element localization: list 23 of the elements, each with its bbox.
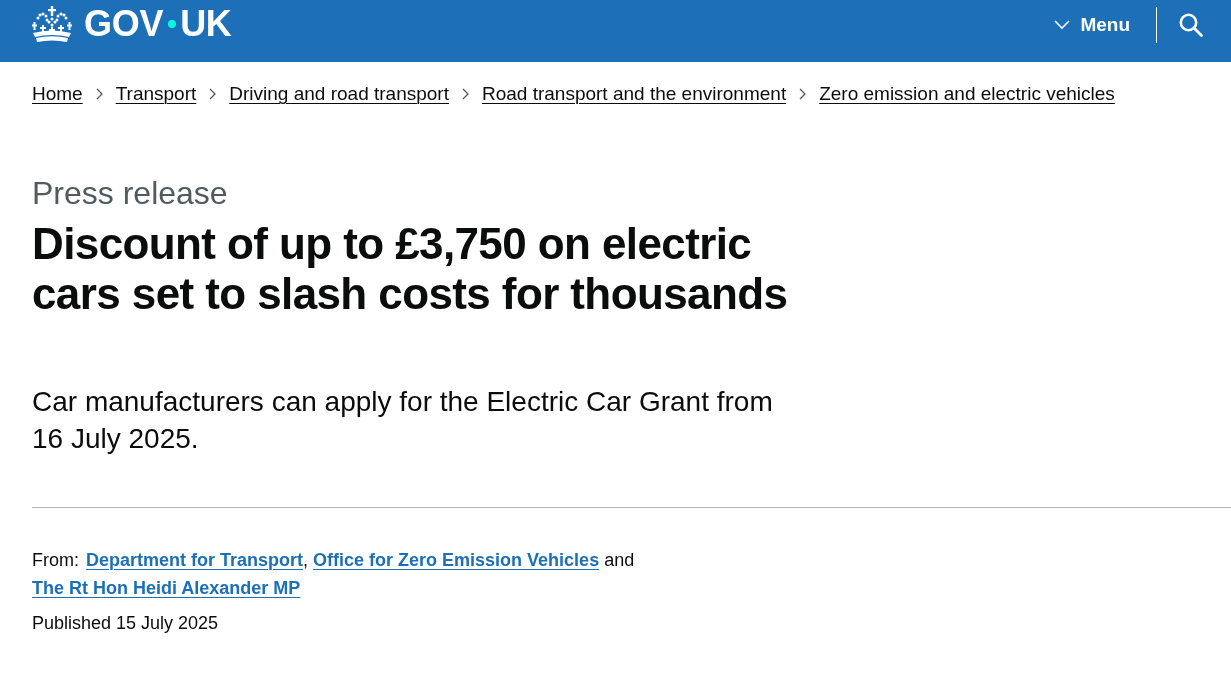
chevron-right-icon	[95, 88, 103, 100]
search-button[interactable]	[1177, 11, 1205, 39]
breadcrumb-link[interactable]: Transport	[115, 81, 197, 107]
organisation-link[interactable]: The Rt Hon Heidi Alexander MP	[32, 578, 301, 598]
breadcrumb-link[interactable]: Zero emission and electric vehicles	[819, 81, 1115, 107]
breadcrumb-link[interactable]: Home	[32, 81, 83, 107]
crown-icon	[32, 5, 72, 43]
breadcrumb-link[interactable]: Road transport and the environment	[481, 81, 787, 107]
home-logo-link[interactable]: GOV UK	[32, 0, 232, 48]
chevron-right-icon	[799, 88, 807, 100]
search-icon	[1179, 13, 1203, 37]
organisation-link[interactable]: Department for Transport	[86, 550, 304, 570]
summary-paragraph: Car manufacturers can apply for the Electric Car Grant from 16 July 2025.	[32, 385, 774, 456]
dot-icon	[168, 20, 177, 28]
from-line: From: Department for Transport, Office for Zero Emission Vehicles and The Rt Hon Heidi Alexander MP	[32, 549, 636, 600]
chevron-right-icon	[209, 88, 217, 100]
menu-button[interactable]: Menu	[1050, 9, 1134, 41]
organisation-link[interactable]: Office for Zero Emission Vehicles	[313, 550, 600, 570]
published-date: Published 15 July 2025	[32, 612, 220, 635]
page-title: Discount of up to £3,750 on electric cars set to slash costs for thousands	[32, 219, 789, 319]
document-type-caption: Press release	[32, 175, 229, 211]
chevron-right-icon	[461, 88, 469, 100]
breadcrumb-link[interactable]: Driving and road transport	[229, 81, 449, 107]
